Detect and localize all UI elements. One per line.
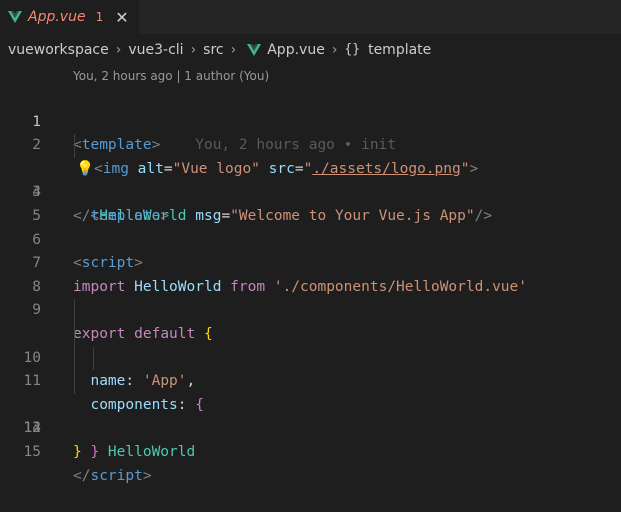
- tab-app-vue[interactable]: App.vue 1 ✕: [0, 0, 139, 34]
- indent-guide: [74, 370, 75, 394]
- breadcrumb-separator: ›: [331, 41, 338, 58]
- code-line: 9 export default {: [0, 276, 621, 342]
- breadcrumb-template[interactable]: template: [368, 42, 431, 58]
- breadcrumb-separator: ›: [190, 41, 197, 58]
- code-line: 15 </script>: [0, 417, 621, 484]
- code-line: 6 <script>: [0, 205, 621, 272]
- code-token: script: [90, 467, 143, 484]
- code-token: >: [142, 467, 152, 484]
- code-line: 7 import HelloWorld from './components/H…: [0, 229, 621, 295]
- code-line: 1 <template> You, 2 hours ago • init: [0, 87, 621, 154]
- symbol-braces-icon: {}: [344, 42, 361, 57]
- breadcrumb-separator: ›: [115, 41, 122, 58]
- code-line: 12 HelloWorld: [0, 346, 621, 460]
- close-icon[interactable]: ✕: [115, 8, 128, 27]
- indent-guide: [93, 346, 94, 371]
- vue-file-icon: [247, 43, 262, 56]
- code-line: 5: [0, 181, 621, 224]
- code-line: 11 components: {: [0, 322, 621, 413]
- vue-file-icon: [8, 11, 22, 23]
- code-token: </: [73, 467, 91, 484]
- code-line: 2 💡<img alt="Vue logo" src="./assets/log…: [0, 111, 621, 177]
- code-token: HelloWorld: [107, 443, 196, 460]
- code-line: 8: [0, 252, 621, 295]
- breadcrumb-vueworkspace[interactable]: vueworkspace: [8, 42, 109, 58]
- breadcrumb-app-vue[interactable]: App.vue: [267, 42, 325, 58]
- breadcrumb-separator: ›: [230, 41, 237, 58]
- problem-count-badge: 1: [95, 10, 104, 24]
- tab-filename: App.vue: [28, 9, 86, 25]
- code-editor[interactable]: 1 <template> You, 2 hours ago • init 2 💡…: [0, 87, 621, 484]
- indent-guide: [74, 299, 75, 323]
- code-token: }: [73, 443, 82, 460]
- git-blame-codelens[interactable]: You, 2 hours ago | 1 author (You): [0, 65, 621, 87]
- breadcrumb: vueworkspace › vue3-cli › src › App.vue …: [0, 34, 621, 65]
- code-line: 10 name: 'App',: [0, 299, 621, 389]
- code-line: 13 }: [0, 370, 621, 460]
- indent-guide: [74, 322, 75, 347]
- code-token: }: [90, 443, 100, 460]
- tab-bar: App.vue 1 ✕: [0, 0, 621, 34]
- indent-guide: [74, 346, 75, 371]
- breadcrumb-vue3-cli[interactable]: vue3-cli: [128, 42, 183, 58]
- code-line: 14 }: [0, 394, 621, 460]
- breadcrumb-src[interactable]: src: [203, 42, 223, 58]
- code-line: 4 </template>: [0, 158, 621, 224]
- code-line: 3 <HelloWorld msg="Welcome to Your Vue.j…: [0, 134, 621, 224]
- indent-guide: [74, 134, 75, 158]
